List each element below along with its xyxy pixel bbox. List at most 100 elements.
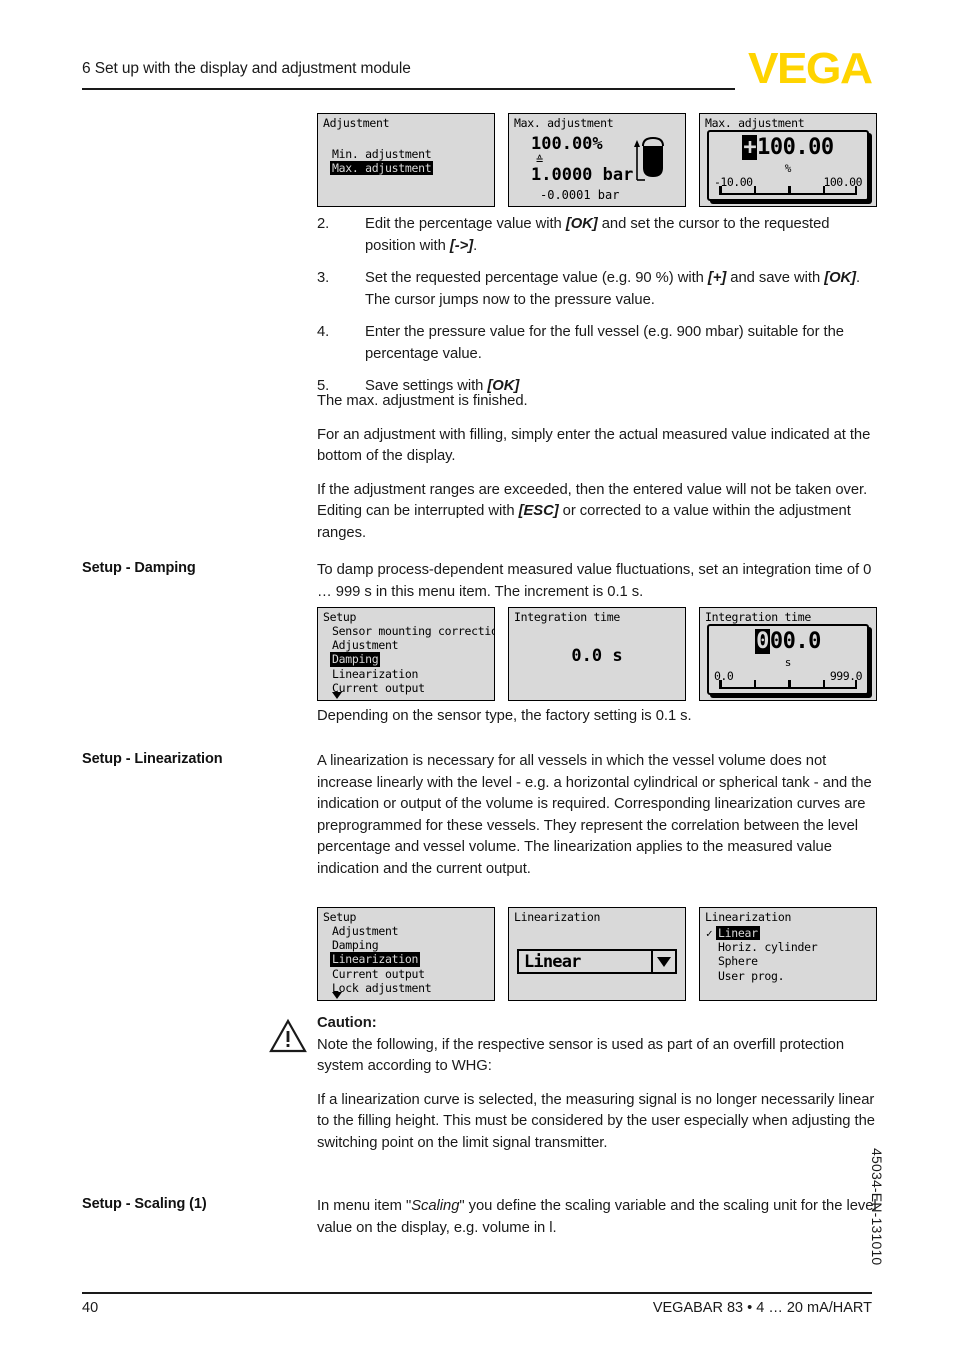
caution-lead: Note the following, if the respective se… xyxy=(317,1036,845,1075)
menu-item-min-adjustment[interactable]: Min. adjustment xyxy=(330,147,433,161)
integration-time-value: 0.0 s xyxy=(571,646,623,666)
display-module-integration-time-value: Integration time 0.0 s xyxy=(508,607,686,701)
display-module-row-adjustment: Adjustment Min. adjustment Max. adjustme… xyxy=(317,113,879,209)
key-label: [OK] xyxy=(824,270,857,286)
scale-bar xyxy=(719,186,857,195)
adjustment-notes: The max. adjustment is finished. For an … xyxy=(317,391,877,544)
value-unit: % xyxy=(784,162,792,175)
scale-bar xyxy=(719,680,857,689)
page-number: 40 xyxy=(82,1300,99,1316)
menu-item-damping[interactable]: Damping xyxy=(330,652,381,667)
scaling-text-a: In menu item " xyxy=(317,1198,412,1214)
step-item: 3. Set the requested percentage value (e.… xyxy=(317,268,877,311)
option-sphere[interactable]: Sphere xyxy=(716,954,760,968)
esc-key-label: [ESC] xyxy=(518,503,559,519)
damping-intro-text: To damp process-dependent measured value… xyxy=(317,562,872,600)
module-title: Integration time xyxy=(705,610,811,624)
display-module-adjustment-menu: Adjustment Min. adjustment Max. adjustme… xyxy=(317,113,495,207)
option-user-prog[interactable]: User prog. xyxy=(716,969,786,983)
display-module-max-adjustment-values: Max. adjustment 100.00% ≙ 1.0000 bar -0.… xyxy=(508,113,686,207)
value-rest: 00.0 xyxy=(769,629,821,654)
cursor-digit: + xyxy=(742,135,758,160)
step-number: 2. xyxy=(317,216,330,232)
caution-text: Caution: Note the following, if the respe… xyxy=(317,1013,877,1078)
header-divider xyxy=(82,88,735,90)
chevron-down-icon[interactable] xyxy=(332,692,342,699)
menu-item-lock-adjustment[interactable]: Lock adjustment xyxy=(330,981,433,995)
page-header: 6 Set up with the display and adjustment… xyxy=(82,47,873,104)
module-title: Max. adjustment xyxy=(514,116,614,130)
editable-value[interactable]: +100.00 xyxy=(709,135,867,160)
value-editor-frame: 000.0 s 0.0 999.0 xyxy=(707,624,869,695)
step-text: Edit the percentage value with xyxy=(365,216,566,232)
percent-value: 100.00% xyxy=(531,134,603,154)
menu-item-adjustment[interactable]: Adjustment xyxy=(330,924,400,938)
chevron-down-icon xyxy=(657,957,671,967)
step-text: . xyxy=(473,237,478,254)
menu-item-linearization[interactable]: Linearization xyxy=(330,952,421,967)
module-title: Integration time xyxy=(514,610,620,624)
page-title: 6 Set up with the display and adjustment… xyxy=(82,60,411,77)
menu-item-current-output[interactable]: Current output xyxy=(330,967,427,981)
damping-factory-setting-text: Depending on the sensor type, the factor… xyxy=(317,708,692,724)
steps-list: 2. Edit the percentage value with [OK] an… xyxy=(317,214,877,398)
footer-divider xyxy=(82,1292,872,1294)
module-title: Linearization xyxy=(514,910,601,924)
dropdown-toggle[interactable] xyxy=(651,951,675,972)
value-unit: s xyxy=(784,656,792,669)
key-label: [+] xyxy=(707,270,727,286)
module-title: Setup xyxy=(323,610,357,624)
linearization-dropdown[interactable]: Linear xyxy=(517,949,677,974)
menu-item-linearization[interactable]: Linearization xyxy=(330,667,420,681)
module-title: Setup xyxy=(323,910,357,924)
measured-value: -0.0001 bar xyxy=(540,188,620,202)
damping-after: Depending on the sensor type, the factor… xyxy=(317,706,877,728)
damping-intro: To damp process-dependent measured value… xyxy=(317,560,877,603)
value-editor-frame: +100.00 % -10.00 100.00 xyxy=(707,130,869,201)
linearization-intro-text: A linearization is necessary for all ves… xyxy=(317,753,872,877)
document-code: 45034-EN-131010 xyxy=(869,1148,885,1266)
full-vessel-icon xyxy=(634,136,664,181)
linearization-selected-value: Linear xyxy=(524,952,581,972)
scaling-menu-name: Scaling xyxy=(411,1198,460,1214)
key-label: [OK] xyxy=(565,216,598,232)
caution-heading: Caution: xyxy=(317,1015,377,1031)
marginal-setup-linearization: Setup - Linearization xyxy=(82,751,223,767)
warning-triangle-icon xyxy=(269,1018,307,1053)
module-title: Linearization xyxy=(705,910,792,924)
step-item: 2. Edit the percentage value with [OK] an… xyxy=(317,214,877,257)
menu-item-adjustment[interactable]: Adjustment xyxy=(330,638,400,652)
pressure-value: 1.0000 bar xyxy=(531,165,634,185)
marginal-setup-damping: Setup - Damping xyxy=(82,560,196,576)
chevron-down-icon[interactable] xyxy=(332,992,342,999)
menu-item-damping[interactable]: Damping xyxy=(330,938,380,952)
paragraph-filling: For an adjustment with filling, simply e… xyxy=(317,426,871,465)
marginal-setup-scaling: Setup - Scaling (1) xyxy=(82,1196,207,1212)
display-module-setup-menu-linearization: Setup Adjustment Damping Linearization C… xyxy=(317,907,495,1001)
step-item: 4. Enter the pressure value for the full … xyxy=(317,322,877,365)
option-linear[interactable]: Linear xyxy=(716,926,760,941)
paragraph-finished: The max. adjustment is finished. xyxy=(317,393,528,409)
step-text: Set the requested percentage value (e.g.… xyxy=(365,270,708,286)
option-horiz-cylinder[interactable]: Horiz. cylinder xyxy=(716,940,819,954)
value-rest: 100.00 xyxy=(757,135,834,160)
scaling-intro: In menu item "Scaling" you define the sc… xyxy=(317,1196,877,1239)
module-title: Adjustment xyxy=(323,116,390,130)
display-module-integration-time-editor: Integration time 000.0 s 0.0 999.0 xyxy=(699,607,877,701)
display-module-linearization-options: Linearization ✓ Linear Horiz. cylinder Sp… xyxy=(699,907,877,1001)
step-number: 4. xyxy=(317,324,330,340)
adjustment-steps: 2. Edit the percentage value with [OK] an… xyxy=(317,214,877,409)
step-text: Enter the pressure value for the full ve… xyxy=(365,324,844,362)
key-label: [->] xyxy=(449,237,474,254)
cursor-digit: 0 xyxy=(755,629,770,654)
menu-item-max-adjustment[interactable]: Max. adjustment xyxy=(330,161,434,176)
display-module-row-linearization: Setup Adjustment Damping Linearization C… xyxy=(317,907,879,1003)
display-module-linearization-select: Linearization Linear xyxy=(508,907,686,1001)
step-text: and save with xyxy=(726,270,825,286)
caution-body: If a linearization curve is selected, th… xyxy=(317,1091,875,1151)
menu-item-sensor-mounting-correction[interactable]: Sensor mounting correction xyxy=(330,624,494,638)
editable-value[interactable]: 000.0 xyxy=(709,629,867,654)
linearization-intro: A linearization is necessary for all ves… xyxy=(317,751,877,880)
menu-item-current-output[interactable]: Current output xyxy=(330,681,427,695)
module-title: Max. adjustment xyxy=(705,116,805,130)
